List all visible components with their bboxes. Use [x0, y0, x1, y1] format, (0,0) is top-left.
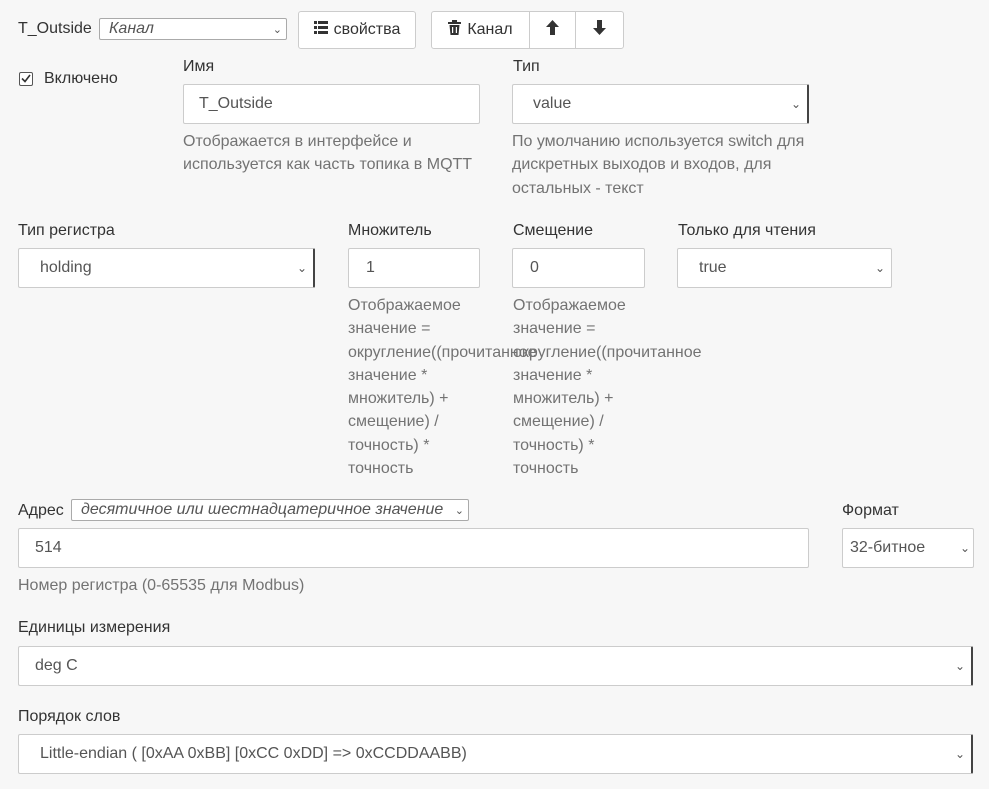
offset-value: 0	[530, 259, 539, 276]
format-label: Формат	[842, 502, 899, 519]
chevron-down-icon: ⌄	[272, 23, 282, 36]
name-input-value: T_Outside	[199, 95, 273, 112]
multiplier-value: 1	[366, 259, 375, 276]
offset-label: Смещение	[513, 222, 594, 239]
offset-help: Отображаемое значение = округление((проч…	[513, 297, 702, 478]
word-order-label: Порядок слов	[18, 708, 121, 725]
move-down-button[interactable]	[576, 12, 623, 48]
address-label: Адрес	[18, 502, 64, 519]
format-select[interactable]: 32-битное ⌄	[842, 528, 974, 568]
channel-name: T_Outside	[18, 20, 92, 37]
address-mode-value: десятичное или шестнадцатеричное значени…	[81, 501, 444, 518]
offset-input[interactable]: 0	[512, 248, 645, 288]
chevron-down-icon: ⌄	[954, 659, 965, 673]
type-select[interactable]: value ⌄	[512, 84, 809, 124]
chevron-down-icon: ⌄	[454, 504, 464, 517]
register-type-value: holding	[40, 259, 92, 276]
list-icon	[313, 21, 328, 39]
checkmark-icon	[21, 70, 31, 88]
multiplier-help: Отображаемое значение = округление((проч…	[348, 297, 537, 478]
properties-button-label: свойства	[333, 21, 401, 38]
multiplier-input[interactable]: 1	[348, 248, 480, 288]
word-order-select[interactable]: Little-endian ( [0xAA 0xBB] [0xCC 0xDD] …	[18, 734, 973, 774]
register-type-label: Тип регистра	[18, 222, 115, 239]
enabled-checkbox[interactable]	[19, 72, 33, 86]
trash-icon	[448, 20, 462, 40]
chevron-down-icon: ⌄	[874, 261, 885, 275]
chevron-down-icon: ⌄	[790, 97, 801, 111]
channel-type-select[interactable]: Канал ⌄	[99, 18, 287, 40]
address-input[interactable]: 514	[18, 528, 809, 568]
type-select-value: value	[533, 95, 572, 112]
chevron-down-icon: ⌄	[296, 261, 307, 275]
arrow-up-icon	[546, 20, 560, 40]
read-only-value: true	[699, 259, 727, 276]
channel-type-select-value: Канал	[109, 20, 154, 37]
read-only-label: Только для чтения	[678, 222, 816, 239]
address-mode-select[interactable]: десятичное или шестнадцатеричное значени…	[71, 499, 469, 521]
chevron-down-icon: ⌄	[959, 541, 970, 555]
enabled-label: Включено	[44, 70, 118, 87]
type-help: По умолчанию используется switch для дис…	[512, 133, 805, 197]
units-select[interactable]: deg C ⌄	[18, 646, 973, 686]
word-order-value: Little-endian ( [0xAA 0xBB] [0xCC 0xDD] …	[40, 745, 467, 762]
name-help: Отображается в интерфейсе и используется…	[183, 133, 473, 174]
address-value: 514	[35, 539, 62, 556]
address-help: Номер регистра (0-65535 для Modbus)	[18, 577, 305, 594]
read-only-select[interactable]: true ⌄	[677, 248, 892, 288]
multiplier-label: Множитель	[348, 222, 432, 239]
format-value: 32-битное	[850, 539, 926, 556]
units-label: Единицы измерения	[18, 619, 171, 636]
move-up-button[interactable]	[530, 12, 577, 48]
type-label: Тип	[513, 58, 540, 75]
delete-channel-label: Канал	[467, 21, 513, 38]
delete-channel-button[interactable]: Канал	[432, 12, 530, 48]
chevron-down-icon: ⌄	[954, 747, 965, 761]
channel-actions-group: Канал	[431, 11, 624, 49]
name-input[interactable]: T_Outside	[183, 84, 480, 124]
units-value: deg C	[35, 657, 78, 674]
name-label: Имя	[183, 58, 215, 75]
properties-button[interactable]: свойства	[298, 11, 416, 49]
arrow-down-icon	[593, 20, 607, 40]
register-type-select[interactable]: holding ⌄	[18, 248, 315, 288]
